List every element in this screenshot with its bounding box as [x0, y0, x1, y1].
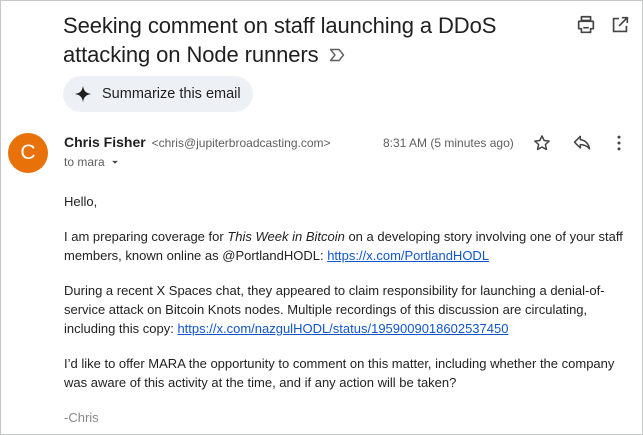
star-icon[interactable]	[531, 132, 553, 154]
print-icon[interactable]	[575, 14, 597, 36]
avatar[interactable]: C	[8, 133, 48, 173]
email-body: Hello, I am preparing coverage for This …	[64, 192, 624, 427]
profile-link[interactable]: https://x.com/PortlandHODL	[327, 248, 489, 263]
email-time: 8:31 AM (5 minutes ago)	[383, 136, 514, 150]
paragraph-1: I am preparing coverage for This Week in…	[64, 227, 624, 265]
more-vert-icon[interactable]	[608, 132, 630, 154]
recording-link[interactable]: https://x.com/nazgulHODL/status/19590090…	[177, 321, 508, 336]
open-in-new-window-icon[interactable]	[609, 14, 631, 36]
email-subject: Seeking comment on staff launching a DDo…	[63, 11, 563, 69]
summarize-button[interactable]: Summarize this email	[63, 76, 253, 112]
reply-icon[interactable]	[571, 132, 593, 154]
email-view: Seeking comment on staff launching a DDo…	[0, 0, 643, 435]
greeting: Hello,	[64, 194, 98, 209]
paragraph-2: During a recent X Spaces chat, they appe…	[64, 281, 624, 338]
publication-name: This Week in Bitcoin	[227, 229, 345, 244]
signature: -Chris	[64, 410, 99, 425]
recipient-toggle[interactable]: to mara	[64, 155, 122, 169]
summarize-label: Summarize this email	[102, 86, 241, 102]
recipient-label: to mara	[64, 155, 105, 169]
paragraph-1-text: I am preparing coverage for	[64, 229, 228, 244]
sender-name[interactable]: Chris Fisher	[64, 134, 146, 150]
subject-text: Seeking comment on staff launching a DDo…	[63, 13, 497, 67]
sparkle-icon	[74, 85, 92, 103]
paragraph-3: I’d like to offer MARA the opportunity t…	[64, 356, 615, 390]
sender-email: <chris@jupiterbroadcasting.com>	[151, 136, 331, 150]
sender: Chris Fisher <chris@jupiterbroadcasting.…	[64, 134, 331, 150]
label-icon[interactable]	[329, 40, 345, 69]
dropdown-icon	[111, 160, 118, 164]
